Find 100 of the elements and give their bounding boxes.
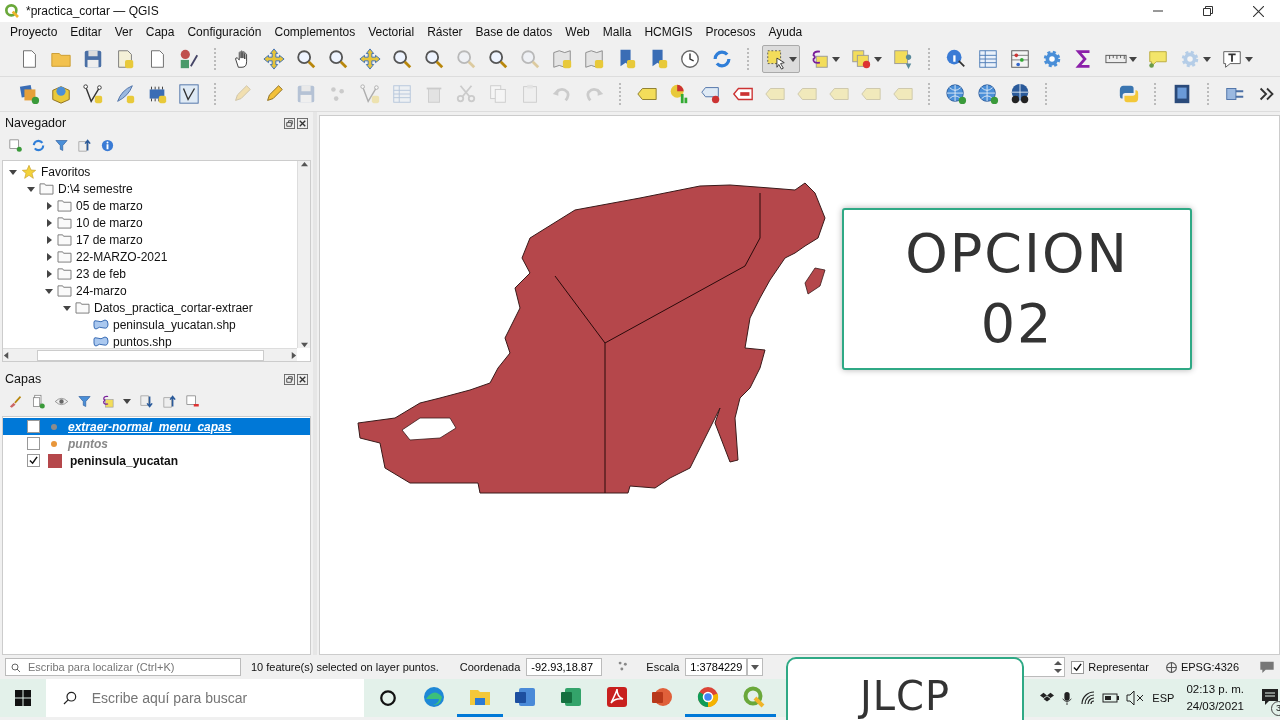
globe-icon[interactable] (1164, 660, 1178, 674)
arrows-icon[interactable] (359, 48, 381, 70)
tree-item-label[interactable]: puntos.shp (113, 334, 172, 348)
coordinate-field[interactable]: -92.93,18.87 (526, 658, 603, 676)
clock[interactable]: 02:13 p. m. 24/03/2021 (1186, 681, 1244, 715)
group-icon[interactable] (31, 393, 46, 409)
dropdown-icon[interactable] (747, 658, 764, 676)
add-icon[interactable] (8, 137, 23, 153)
notifications-icon[interactable] (1259, 686, 1280, 707)
close-icon[interactable] (297, 117, 308, 129)
horizontal-scrollbar[interactable] (3, 348, 297, 361)
locator-field[interactable]: Escriba para localizar (Ctrl+K) (5, 658, 241, 676)
tree-item-label[interactable]: 05 de marzo (76, 198, 143, 213)
menu-item[interactable]: Procesos (705, 25, 756, 39)
checkbox[interactable] (27, 454, 40, 467)
tree-item-label[interactable]: D:\4 semestre (58, 181, 133, 196)
expand-arrow-icon[interactable] (45, 201, 53, 210)
wifi-icon[interactable] (1080, 690, 1097, 706)
restore-icon[interactable] (1203, 6, 1213, 16)
menu-item[interactable]: Ráster (427, 25, 463, 39)
refresh-icon[interactable] (31, 137, 46, 153)
tree-item-label[interactable]: 22-MARZO-2021 (76, 249, 168, 264)
scroll-left-icon[interactable] (3, 351, 10, 359)
menu-item[interactable]: Configuración (187, 25, 262, 39)
text-callout-icon[interactable] (1221, 48, 1243, 70)
filter-icon[interactable] (77, 393, 92, 409)
checkbox[interactable] (27, 437, 40, 450)
magnifier-icon[interactable] (423, 48, 445, 70)
magnifier-icon[interactable] (327, 48, 349, 70)
menu-item[interactable]: Vectorial (368, 25, 415, 39)
menu-item[interactable]: Complementos (274, 25, 356, 39)
deselect-icon[interactable] (850, 48, 872, 70)
shapes-icon[interactable] (178, 48, 200, 70)
caret-icon[interactable] (1129, 56, 1137, 62)
vertex-icon[interactable] (82, 83, 104, 105)
tree-item-label[interactable]: 24-marzo (76, 283, 127, 298)
location-select-icon[interactable] (892, 48, 914, 70)
info-icon[interactable] (100, 137, 115, 153)
layers-icon[interactable] (18, 83, 40, 105)
tree-item-label[interactable]: Favoritos (41, 164, 91, 179)
render-checkbox[interactable] (1071, 660, 1085, 674)
caret-icon[interactable] (123, 398, 131, 404)
circle-icon[interactable] (379, 689, 398, 707)
expand-arrow-icon[interactable] (45, 235, 53, 244)
caret-icon[interactable] (1203, 56, 1211, 62)
checkbox[interactable] (27, 420, 40, 433)
magnifier-icon[interactable] (487, 48, 509, 70)
scale-field[interactable]: 1:3784229 (685, 658, 748, 676)
abacus-icon[interactable] (1009, 48, 1031, 70)
layer-row[interactable]: peninsula_yucatan (3, 452, 310, 469)
brush-icon[interactable] (8, 393, 23, 409)
binoculars-icon[interactable] (1009, 83, 1031, 105)
selection-icon[interactable] (765, 48, 787, 70)
arrows-icon[interactable] (263, 48, 285, 70)
filter-icon[interactable] (54, 137, 69, 153)
speech-bubble-icon[interactable] (1147, 48, 1169, 70)
expand-arrow-icon[interactable] (45, 252, 53, 261)
graph-icon[interactable] (178, 83, 200, 105)
collapse-icon[interactable] (77, 137, 92, 153)
magnifier-icon[interactable] (391, 48, 413, 70)
menu-item[interactable]: Web (565, 25, 590, 39)
speaker-muted-icon[interactable] (1126, 690, 1145, 706)
cube-icon[interactable] (50, 83, 72, 105)
remove-icon[interactable] (185, 393, 200, 409)
layer-row[interactable]: puntos (3, 435, 310, 452)
language-indicator[interactable]: ESP (1152, 692, 1175, 704)
globe-icon[interactable] (945, 83, 967, 105)
menu-item[interactable]: Base de datos (475, 25, 553, 39)
caret-icon[interactable] (874, 56, 882, 62)
float-icon[interactable] (284, 117, 295, 129)
collapse-arrow-icon[interactable] (27, 184, 35, 193)
table-icon[interactable] (977, 48, 999, 70)
caret-icon[interactable] (832, 56, 840, 62)
scroll-up-icon[interactable] (300, 161, 308, 168)
expand-arrow-icon[interactable] (45, 269, 53, 278)
messages-icon[interactable] (1259, 659, 1275, 675)
collapse-icon[interactable] (162, 393, 177, 409)
collapse-arrow-icon[interactable] (45, 286, 53, 295)
magnifier-icon[interactable] (295, 48, 317, 70)
clock-icon[interactable] (679, 48, 701, 70)
menu-item[interactable]: Malla (602, 25, 632, 39)
expression-select-icon[interactable] (100, 393, 115, 409)
battery-icon[interactable] (1102, 692, 1121, 704)
scroll-down-icon[interactable] (300, 341, 308, 348)
menu-item[interactable]: Editar (70, 25, 102, 39)
tree-item-label[interactable]: 17 de marzo (76, 232, 143, 247)
microphone-icon[interactable] (1060, 690, 1075, 706)
layer-row[interactable]: extraer-normal_menu_capas (3, 418, 310, 435)
caret-icon[interactable] (1245, 56, 1253, 62)
tree-item-label[interactable]: 23 de feb (76, 266, 127, 281)
menu-item[interactable]: Proyecto (10, 25, 58, 39)
menu-item[interactable]: Ver (114, 25, 133, 39)
taskbar-search-field[interactable]: Escribe aquí para buscar (45, 679, 364, 717)
refresh-icon[interactable] (711, 48, 733, 70)
script-icon[interactable] (1118, 83, 1140, 105)
expand-icon[interactable] (139, 393, 154, 409)
float-icon[interactable] (284, 373, 295, 385)
windows-start-icon[interactable] (14, 690, 31, 706)
gear-icon[interactable] (1041, 48, 1063, 70)
globe-icon[interactable] (977, 83, 999, 105)
